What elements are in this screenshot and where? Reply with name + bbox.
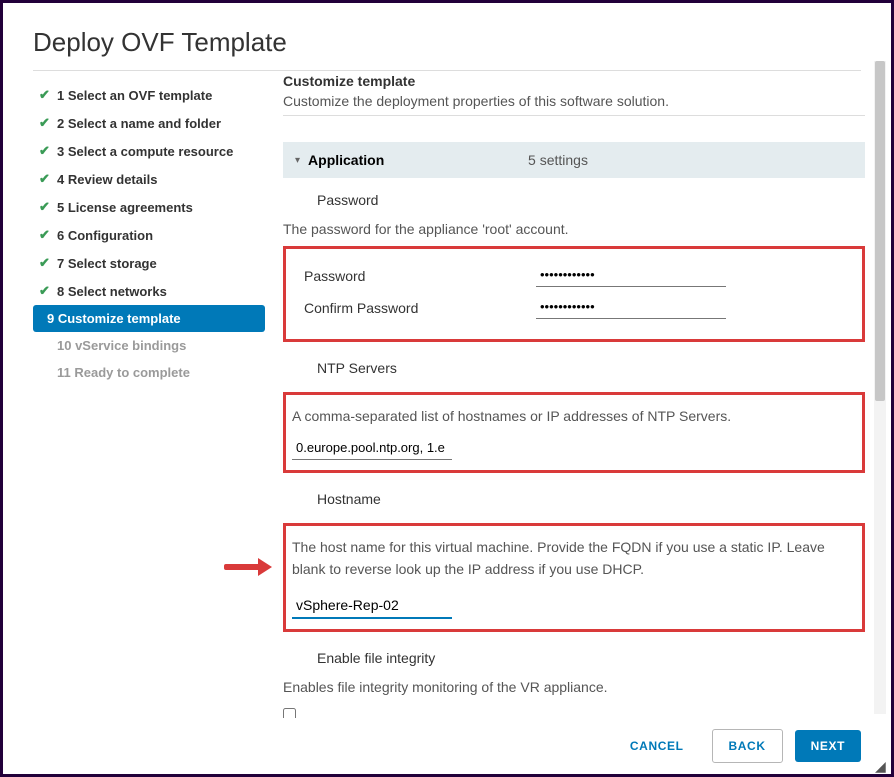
check-icon: ✔ [39, 171, 57, 187]
hostname-field-label: Hostname [283, 481, 865, 517]
hostname-input[interactable] [292, 595, 452, 619]
password-highlight-box: Password Confirm Password [283, 246, 865, 342]
check-icon: ✔ [39, 227, 57, 243]
ntp-field-label: NTP Servers [283, 350, 865, 386]
check-icon: ✔ [39, 199, 57, 215]
integrity-checkbox[interactable] [283, 708, 296, 718]
next-button[interactable]: NEXT [795, 730, 861, 762]
step-compute-resource[interactable]: ✔3 Select a compute resource [33, 137, 265, 165]
password-label: Password [304, 268, 536, 284]
check-icon: ✔ [39, 283, 57, 299]
section-count: 5 settings [528, 152, 588, 168]
check-icon: ✔ [39, 115, 57, 131]
ntp-input[interactable] [292, 438, 452, 460]
step-review-details[interactable]: ✔4 Review details [33, 165, 265, 193]
section-label: Application [308, 152, 528, 168]
back-button[interactable]: BACK [712, 729, 783, 763]
check-icon: ✔ [39, 255, 57, 271]
cancel-button[interactable]: CANCEL [614, 730, 700, 762]
dialog-footer: CANCEL BACK NEXT [3, 718, 891, 774]
chevron-down-icon: ▾ [295, 155, 300, 166]
step-license[interactable]: ✔5 License agreements [33, 193, 265, 221]
panel-heading: Customize template [283, 73, 865, 89]
confirm-password-label: Confirm Password [304, 300, 536, 316]
section-application[interactable]: ▾ Application 5 settings [283, 142, 865, 178]
step-select-storage[interactable]: ✔7 Select storage [33, 249, 265, 277]
step-select-ovf[interactable]: ✔1 Select an OVF template [33, 81, 265, 109]
panel-divider [283, 115, 865, 116]
arrow-right-icon [224, 558, 272, 576]
vertical-scrollbar[interactable] [874, 61, 886, 714]
hostname-desc: The host name for this virtual machine. … [292, 536, 856, 581]
check-icon: ✔ [39, 87, 57, 103]
step-select-name[interactable]: ✔2 Select a name and folder [33, 109, 265, 137]
integrity-desc: Enables file integrity monitoring of the… [283, 676, 865, 698]
ntp-desc: A comma-separated list of hostnames or I… [292, 405, 856, 427]
check-icon: ✔ [39, 143, 57, 159]
hostname-highlight-box: The host name for this virtual machine. … [283, 523, 865, 632]
ntp-highlight-box: A comma-separated list of hostnames or I… [283, 392, 865, 472]
deploy-ovf-dialog: Deploy OVF Template ✔1 Select an OVF tem… [3, 3, 891, 774]
main-panel: Customize template Customize the deploym… [265, 61, 873, 718]
panel-subheading: Customize the deployment properties of t… [283, 93, 865, 109]
step-vservice-bindings: 10 vService bindings [33, 332, 265, 359]
password-field-label: Password [283, 182, 865, 218]
step-configuration[interactable]: ✔6 Configuration [33, 221, 265, 249]
password-desc: The password for the appliance 'root' ac… [283, 218, 865, 240]
resize-grip-icon[interactable]: ◢ [875, 758, 889, 772]
wizard-steps: ✔1 Select an OVF template ✔2 Select a na… [33, 61, 265, 718]
confirm-password-input[interactable] [536, 297, 726, 319]
step-ready-complete: 11 Ready to complete [33, 359, 265, 386]
step-select-networks[interactable]: ✔8 Select networks [33, 277, 265, 305]
scrollbar-thumb[interactable] [875, 61, 885, 401]
integrity-field-label: Enable file integrity [283, 640, 865, 676]
password-input[interactable] [536, 265, 726, 287]
step-customize-template[interactable]: 9 Customize template [33, 305, 265, 332]
